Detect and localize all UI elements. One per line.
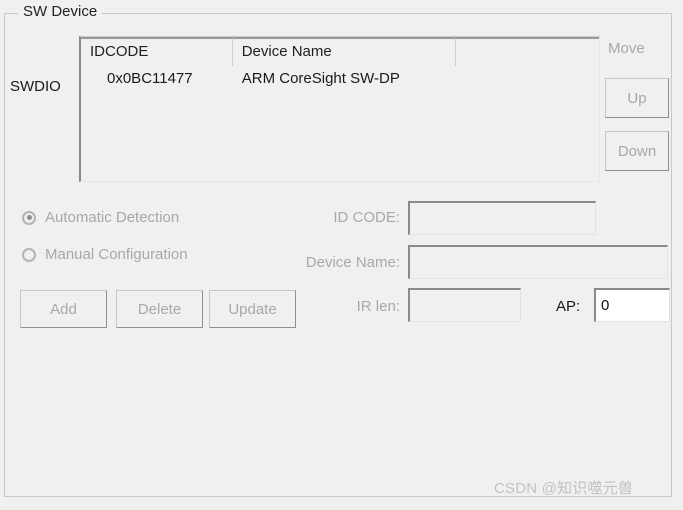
radio-manual-configuration-label: Manual Configuration [45, 246, 188, 263]
swdio-label: SWDIO [10, 78, 61, 95]
cell-device-name: ARM CoreSight SW-DP [241, 70, 400, 87]
sw-device-settings-panel: SW Device SWDIO IDCODE Device Name 0x0BC… [0, 0, 683, 510]
ap-input[interactable] [594, 288, 670, 322]
radio-unselected-icon [22, 247, 36, 262]
add-button[interactable]: Add [20, 290, 107, 328]
table-row[interactable]: 0x0BC11477 ARM CoreSight SW-DP [81, 66, 599, 92]
move-up-button[interactable]: Up [605, 78, 669, 118]
move-down-button[interactable]: Down [605, 131, 669, 171]
id-code-label: ID CODE: [333, 209, 400, 226]
radio-automatic-detection-label: Automatic Detection [45, 209, 180, 226]
device-list-header: IDCODE Device Name [81, 37, 599, 66]
ir-len-label: IR len: [356, 298, 400, 315]
delete-button[interactable]: Delete [116, 290, 203, 328]
ir-len-input[interactable] [408, 288, 521, 322]
device-list[interactable]: IDCODE Device Name 0x0BC11477 ARM CoreSi… [79, 36, 600, 182]
groupbox-title: SW Device [18, 2, 103, 21]
column-header-extra[interactable] [456, 37, 599, 66]
id-code-input[interactable] [408, 201, 596, 235]
radio-manual-configuration[interactable]: Manual Configuration [22, 246, 188, 263]
watermark: CSDN @知识噬元兽 [494, 480, 634, 497]
ap-label: AP: [556, 298, 581, 315]
cell-idcode: 0x0BC11477 [107, 70, 193, 87]
radio-selected-icon [22, 210, 36, 225]
device-name-label: Device Name: [305, 254, 400, 271]
move-group-label: Move [608, 40, 645, 57]
column-header-idcode[interactable]: IDCODE [81, 37, 233, 66]
column-header-device-name[interactable]: Device Name [232, 37, 457, 66]
device-name-input[interactable] [408, 245, 668, 279]
radio-automatic-detection[interactable]: Automatic Detection [22, 209, 179, 226]
